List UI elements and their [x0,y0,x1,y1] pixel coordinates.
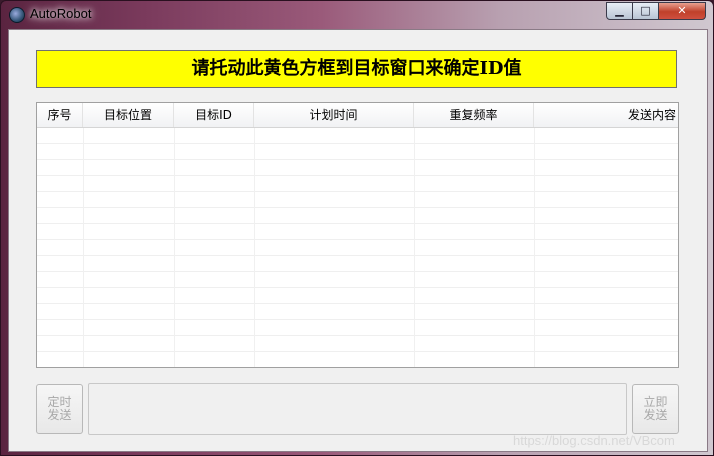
send-now-button[interactable]: 立即 发送 [632,384,679,434]
close-button[interactable]: ✕ [658,2,706,20]
message-input[interactable] [88,383,627,435]
column-header-target-id[interactable]: 目标ID [174,103,254,127]
app-icon [9,7,25,23]
column-header-schedule-time[interactable]: 计划时间 [254,103,414,127]
timed-send-button[interactable]: 定时 发送 [36,384,83,434]
watermark-text: https://blog.csdn.net/VBcom [513,433,675,448]
title-bar[interactable]: AutoRobot ▁ □ ✕ [1,1,713,27]
task-list[interactable]: 序号 目标位置 目标ID 计划时间 重复频率 发送内容 [36,102,679,368]
send-now-label: 立即 发送 [643,395,668,422]
column-divider [414,128,415,367]
drag-target-box[interactable]: 请托动此黄色方框到目标窗口来确定ID值 [36,50,677,88]
column-divider [534,128,535,367]
column-divider [254,128,255,367]
list-header: 序号 目标位置 目标ID 计划时间 重复频率 发送内容 [37,103,678,128]
column-divider [83,128,84,367]
minimize-button[interactable]: ▁ [606,2,633,20]
timed-send-label: 定时 发送 [47,395,72,422]
column-header-repeat-frequency[interactable]: 重复频率 [414,103,534,127]
client-area: 请托动此黄色方框到目标窗口来确定ID值 序号 目标位置 目标ID 计划时间 重复… [8,29,708,452]
window-title: AutoRobot [30,6,92,21]
column-header-target-position[interactable]: 目标位置 [83,103,174,127]
maximize-button[interactable]: □ [632,2,659,20]
column-divider [174,128,175,367]
list-rows[interactable] [37,128,678,367]
app-window: AutoRobot ▁ □ ✕ 请托动此黄色方框到目标窗口来确定ID值 序号 目… [0,0,714,456]
column-header-index[interactable]: 序号 [37,103,83,127]
column-header-send-content[interactable]: 发送内容 [534,103,678,127]
